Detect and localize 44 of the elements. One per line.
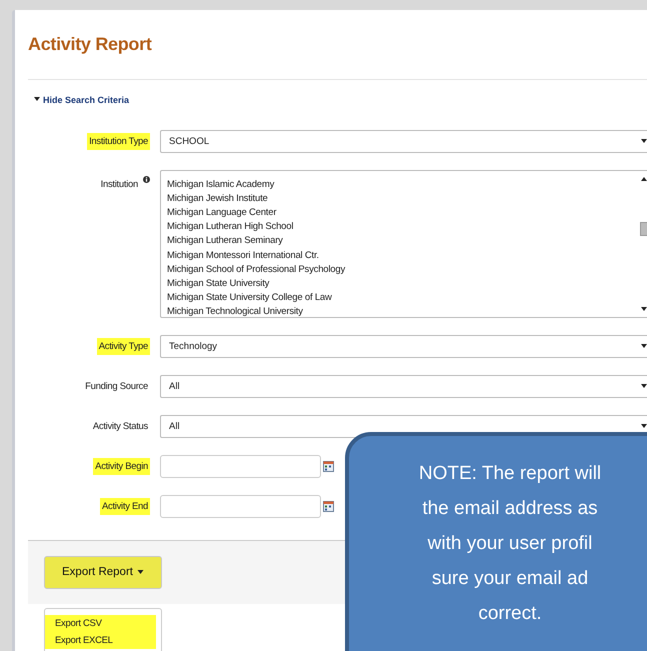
list-option[interactable]: Michigan Montessori International Ctr. — [167, 248, 346, 263]
list-option[interactable]: Michigan Lutheran Seminary — [167, 234, 346, 249]
list-option[interactable]: Michigan Jewish Institute — [167, 192, 346, 206]
scroll-up-icon[interactable] — [641, 176, 647, 180]
list-option[interactable]: Michigan Technological University — [167, 305, 346, 320]
menu-item[interactable]: Export CSV — [45, 614, 156, 632]
calendar-icon[interactable] — [323, 460, 334, 472]
select-field[interactable]: All — [160, 374, 647, 398]
field-label: Institution Type — [87, 132, 150, 150]
field-label: Activity Begin — [93, 458, 150, 474]
list-option[interactable]: Michigan State University College of Law — [167, 291, 346, 306]
field-label: Activity Status — [92, 420, 149, 434]
institution-listbox[interactable] — [160, 170, 647, 318]
list-option[interactable]: Michigan School of Professional Psychology — [167, 262, 346, 277]
list-option[interactable]: Michigan Language Center — [167, 206, 346, 220]
page-title: Activity Report — [27, 33, 153, 55]
caret-icon — [641, 424, 647, 428]
note-text: sure your email ad — [432, 567, 588, 591]
menu-item[interactable]: Export EXCEL — [45, 632, 156, 648]
scroll-down-icon[interactable] — [641, 306, 647, 310]
field-label: Funding Source — [84, 380, 149, 394]
select-field[interactable]: Technology — [160, 334, 647, 358]
caret-icon — [641, 139, 647, 143]
list-option[interactable]: Michigan State University — [167, 276, 346, 292]
date-field[interactable] — [160, 494, 321, 518]
scrollbar-thumb[interactable] — [640, 222, 647, 236]
field-label: Activity End — [100, 498, 150, 514]
note-text: the email address as — [422, 497, 598, 521]
caret-icon — [136, 570, 144, 574]
note-text: NOTE: The report will — [418, 462, 602, 486]
list-option[interactable]: Michigan Islamic Academy — [167, 178, 346, 192]
select-field[interactable]: SCHOOL — [160, 130, 647, 152]
calendar-icon[interactable] — [323, 500, 334, 512]
date-field[interactable] — [160, 454, 321, 478]
caret-icon — [641, 384, 647, 388]
note-text: correct. — [478, 602, 542, 626]
caret-icon — [641, 344, 647, 348]
field-label: Activity Type — [96, 338, 150, 354]
list-option[interactable]: Michigan Lutheran High School — [167, 220, 346, 234]
caret-icon — [34, 96, 40, 100]
export-report-button[interactable]: Export Report — [44, 556, 162, 588]
hide-criteria-link[interactable]: Hide Search Criteria — [34, 95, 130, 105]
field-label: Institution — [100, 178, 139, 192]
note-text: with your user profil — [428, 532, 592, 556]
